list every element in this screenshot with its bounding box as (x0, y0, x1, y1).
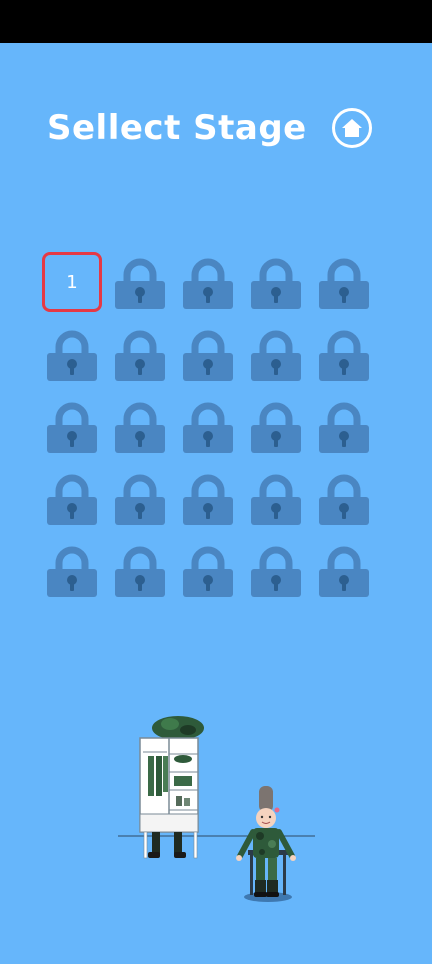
lock-icon (319, 474, 369, 525)
locked-stage[interactable] (246, 252, 306, 312)
lock-icon (115, 330, 165, 381)
locked-stage[interactable] (178, 252, 238, 312)
lock-icon (251, 474, 301, 525)
locked-stage[interactable] (110, 252, 170, 312)
locked-stage[interactable] (178, 468, 238, 528)
locked-stage[interactable] (314, 252, 374, 312)
locked-stage[interactable] (246, 396, 306, 456)
locked-stage[interactable] (110, 396, 170, 456)
locked-stage[interactable] (42, 468, 102, 528)
locked-stage[interactable] (314, 396, 374, 456)
lock-icon (183, 402, 233, 453)
lock-icon (183, 258, 233, 309)
locked-stage[interactable] (246, 540, 306, 600)
locked-stage[interactable] (110, 468, 170, 528)
character-scene-illustration (110, 714, 320, 909)
stage-number: 1 (66, 271, 78, 293)
lock-icon (319, 258, 369, 309)
lock-icon (115, 474, 165, 525)
locked-stage[interactable] (42, 540, 102, 600)
home-icon (342, 119, 362, 137)
lock-icon (319, 546, 369, 597)
lock-icon (115, 258, 165, 309)
locked-stage[interactable] (110, 324, 170, 384)
locked-stage[interactable] (246, 324, 306, 384)
lock-icon (47, 330, 97, 381)
page-title: Sellect Stage (47, 108, 307, 148)
lock-icon (183, 474, 233, 525)
lock-icon (47, 402, 97, 453)
lock-icon (319, 402, 369, 453)
lock-icon (319, 330, 369, 381)
lock-icon (47, 546, 97, 597)
locked-stage[interactable] (110, 540, 170, 600)
stage-button[interactable]: 1 (42, 252, 102, 312)
lock-icon (115, 546, 165, 597)
locked-stage[interactable] (314, 324, 374, 384)
locked-stage[interactable] (42, 396, 102, 456)
locked-stage[interactable] (314, 540, 374, 600)
lock-icon (47, 474, 97, 525)
locked-stage[interactable] (178, 324, 238, 384)
status-bar (0, 0, 432, 43)
lock-icon (183, 546, 233, 597)
lock-icon (115, 402, 165, 453)
locked-stage[interactable] (42, 324, 102, 384)
lock-icon (183, 330, 233, 381)
locked-stage[interactable] (246, 468, 306, 528)
locked-stage[interactable] (178, 396, 238, 456)
locked-stage[interactable] (178, 540, 238, 600)
lock-icon (251, 330, 301, 381)
locked-stage[interactable] (314, 468, 374, 528)
stage-grid: 1 (42, 252, 374, 600)
lock-icon (251, 258, 301, 309)
lock-icon (251, 402, 301, 453)
lock-icon (251, 546, 301, 597)
home-button[interactable] (332, 108, 372, 148)
